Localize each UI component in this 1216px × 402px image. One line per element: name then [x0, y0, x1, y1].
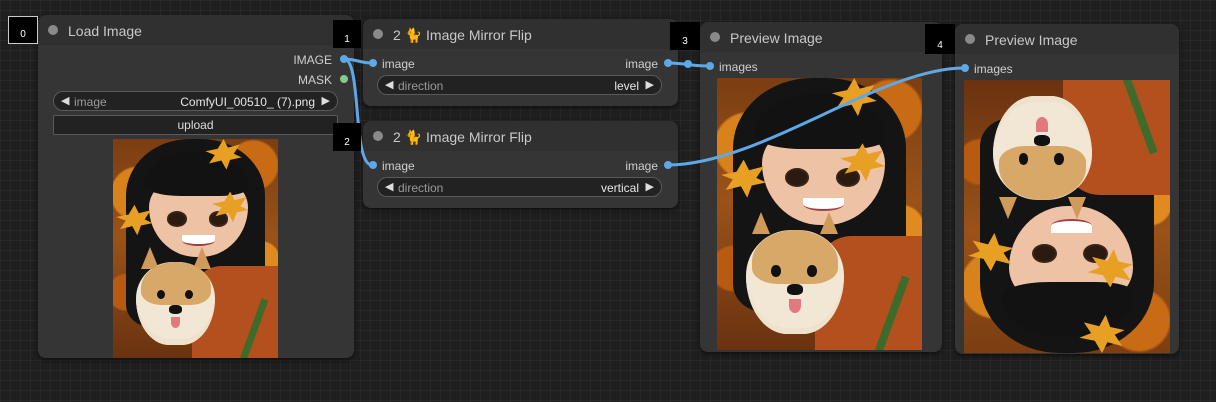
output-label-image: image: [625, 159, 658, 173]
input-slot-images[interactable]: [706, 62, 714, 70]
input-label-image: image: [382, 159, 415, 173]
node-header[interactable]: Preview Image: [700, 22, 942, 52]
preview-image-output: [717, 78, 922, 350]
widget-label: direction: [398, 181, 444, 195]
node-id-badge-0: 0: [8, 16, 38, 44]
collapse-dot-icon[interactable]: [373, 131, 383, 141]
input-slot-image[interactable]: [369, 161, 377, 169]
widget-label: image: [74, 95, 107, 109]
arrow-right-icon[interactable]: ▶: [646, 78, 654, 91]
widget-value: vertical: [600, 181, 639, 195]
output-slot-image[interactable]: [664, 161, 672, 169]
direction-combo-widget[interactable]: ◀ direction level ▶: [377, 75, 662, 95]
upload-button[interactable]: upload: [53, 115, 338, 135]
widget-label: direction: [398, 79, 444, 93]
input-slot-images[interactable]: [961, 64, 969, 72]
collapse-dot-icon[interactable]: [373, 29, 383, 39]
output-slot-image[interactable]: [340, 55, 348, 63]
node-id-badge-4: 4: [925, 24, 955, 54]
title-text: Image Mirror Flip: [426, 27, 532, 43]
preview-image-node-1[interactable]: Preview Image images: [700, 22, 942, 352]
image-mirror-flip-node-1[interactable]: 2 🐈 Image Mirror Flip image image ◀ dire…: [363, 19, 678, 106]
node-header[interactable]: 2 🐈 Image Mirror Flip: [363, 121, 678, 151]
node-title: 2 🐈 Image Mirror Flip: [393, 27, 532, 44]
widget-value: ComfyUI_00510_ (7).png: [180, 95, 315, 109]
node-title: 2 🐈 Image Mirror Flip: [393, 129, 532, 146]
node-title: Preview Image: [985, 32, 1078, 48]
node-title: Preview Image: [730, 30, 823, 46]
output-label-image: IMAGE: [293, 53, 332, 67]
arrow-left-icon[interactable]: ◀: [385, 78, 393, 91]
loaded-image-preview: [113, 139, 278, 358]
node-id-badge-3: 3: [670, 22, 700, 50]
preview-image-output-flipped: [964, 80, 1170, 353]
arrow-right-icon[interactable]: ▶: [646, 180, 654, 193]
arrow-left-icon[interactable]: ◀: [61, 94, 69, 107]
output-slot-mask[interactable]: [340, 75, 348, 83]
node-id-badge-1: 1: [333, 20, 361, 48]
title-prefix: 2: [393, 27, 401, 43]
widget-value: level: [614, 79, 639, 93]
arrow-right-icon[interactable]: ▶: [322, 94, 330, 107]
load-image-node[interactable]: Load Image IMAGE MASK ◀ image ComfyUI_00…: [38, 15, 354, 358]
input-label-images: images: [719, 60, 758, 74]
node-header[interactable]: Preview Image: [955, 24, 1179, 54]
title-text: Image Mirror Flip: [426, 129, 532, 145]
image-mirror-flip-node-2[interactable]: 2 🐈 Image Mirror Flip image image ◀ dire…: [363, 121, 678, 208]
cat-icon: 🐈: [404, 129, 423, 145]
image-combo-widget[interactable]: ◀ image ComfyUI_00510_ (7).png ▶: [53, 91, 338, 111]
node-title: Load Image: [68, 23, 142, 39]
output-label-image: image: [625, 57, 658, 71]
collapse-dot-icon[interactable]: [48, 25, 58, 35]
title-prefix: 2: [393, 129, 401, 145]
output-label-mask: MASK: [297, 73, 332, 87]
node-header[interactable]: Load Image: [38, 15, 354, 45]
output-slot-image[interactable]: [664, 59, 672, 67]
arrow-left-icon[interactable]: ◀: [385, 180, 393, 193]
input-slot-image[interactable]: [369, 59, 377, 67]
input-label-image: image: [382, 57, 415, 71]
node-header[interactable]: 2 🐈 Image Mirror Flip: [363, 19, 678, 49]
input-label-images: images: [974, 62, 1013, 76]
collapse-dot-icon[interactable]: [710, 32, 720, 42]
direction-combo-widget[interactable]: ◀ direction vertical ▶: [377, 177, 662, 197]
node-id-badge-2: 2: [333, 123, 361, 151]
collapse-dot-icon[interactable]: [965, 34, 975, 44]
preview-image-node-2[interactable]: Preview Image images: [955, 24, 1179, 354]
cat-icon: 🐈: [404, 27, 423, 43]
wire-reroute-dot: [684, 60, 692, 68]
